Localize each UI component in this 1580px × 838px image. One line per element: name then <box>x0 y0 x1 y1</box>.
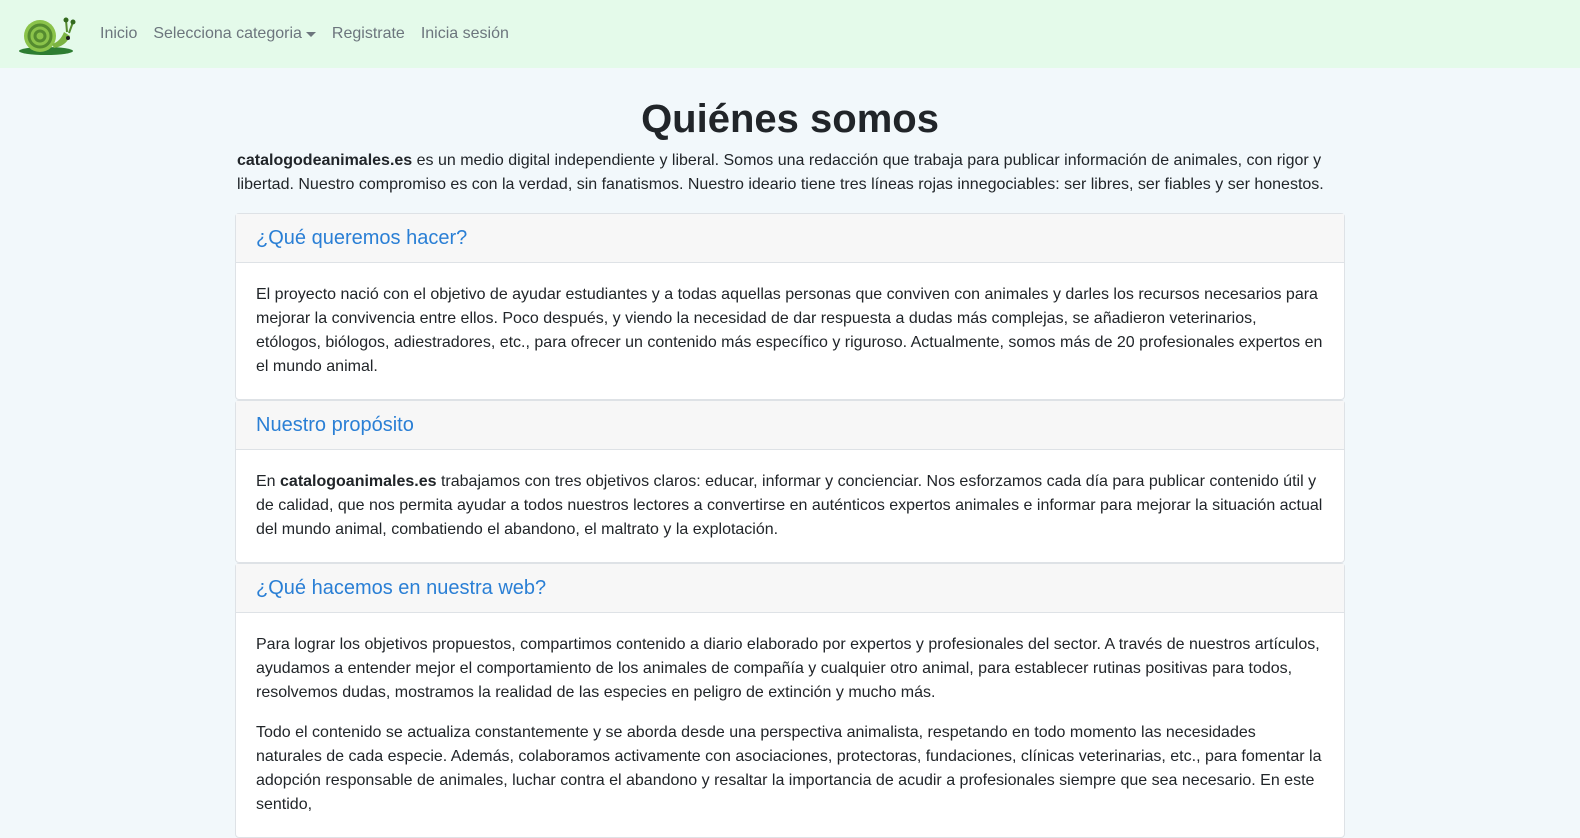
nav-dropdown-categoria[interactable]: Selecciona categoria <box>153 25 316 43</box>
section-text: En catalogoanimales.es trabajamos con tr… <box>256 470 1324 542</box>
card-body: El proyecto nació con el objetivo de ayu… <box>236 263 1344 399</box>
navbar: Inicio Selecciona categoria Registrate I… <box>0 0 1580 68</box>
intro-paragraph: catalogodeanimales.es es un medio digita… <box>235 149 1345 197</box>
page-title: Quiénes somos <box>641 97 939 141</box>
snail-logo-icon[interactable] <box>16 12 76 56</box>
card-header: Nuestro propósito <box>236 401 1344 450</box>
section-title: ¿Qué queremos hacer? <box>256 226 468 249</box>
card-header: ¿Qué hacemos en nuestra web? <box>236 564 1344 613</box>
nav-link-inicia-sesion[interactable]: Inicia sesión <box>421 25 509 43</box>
section-text: Para lograr los objetivos propuestos, co… <box>256 636 1320 701</box>
section-card-que-queremos: ¿Qué queremos hacer? El proyecto nació c… <box>235 213 1345 400</box>
card-header: ¿Qué queremos hacer? <box>236 214 1344 263</box>
nav-link-registrate[interactable]: Registrate <box>332 25 405 43</box>
nav-dropdown-label: Selecciona categoria <box>153 25 302 42</box>
section-text-2: Todo el contenido se actualiza constante… <box>256 724 1322 813</box>
nav-link-inicio[interactable]: Inicio <box>100 25 137 43</box>
section-card-proposito: Nuestro propósito En catalogoanimales.es… <box>235 400 1345 563</box>
caret-down-icon <box>305 31 316 37</box>
section-title: ¿Qué hacemos en nuestra web? <box>256 576 547 599</box>
section-title: Nuestro propósito <box>256 413 414 436</box>
card-body: Para lograr los objetivos propuestos, co… <box>236 613 1344 837</box>
card-body: En catalogoanimales.es trabajamos con tr… <box>236 450 1344 562</box>
intro-brand: catalogodeanimales.es <box>237 152 413 169</box>
section-text: El proyecto nació con el objetivo de ayu… <box>256 286 1323 375</box>
main-content: Quiénes somos catalogodeanimales.es es u… <box>235 95 1345 838</box>
section-brand: catalogoanimales.es <box>280 473 437 490</box>
section-text-prefix: En <box>256 473 281 490</box>
section-card-que-hacemos: ¿Qué hacemos en nuestra web? Para lograr… <box>235 563 1345 838</box>
